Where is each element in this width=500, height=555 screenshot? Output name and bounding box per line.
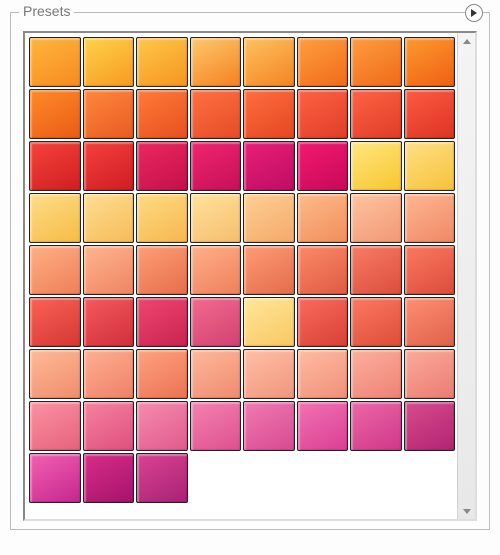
gradient-swatch[interactable] [83, 453, 135, 503]
gradient-swatch[interactable] [29, 193, 81, 243]
chevron-down-icon [463, 509, 471, 514]
gradient-swatch[interactable] [350, 349, 402, 399]
gradient-swatch[interactable] [83, 297, 135, 347]
gradient-swatch[interactable] [29, 349, 81, 399]
gradient-swatch[interactable] [83, 193, 135, 243]
triangle-right-icon [470, 9, 478, 17]
gradient-swatch[interactable] [243, 245, 295, 295]
gradient-swatch[interactable] [404, 245, 456, 295]
gradient-swatch[interactable] [190, 89, 242, 139]
swatch-grid [29, 37, 455, 503]
gradient-swatch[interactable] [297, 141, 349, 191]
gradient-swatch[interactable] [83, 37, 135, 87]
gradient-swatch[interactable] [29, 89, 81, 139]
panel-flyout-button[interactable] [465, 4, 483, 22]
gradient-swatch[interactable] [350, 245, 402, 295]
scroll-track[interactable] [458, 49, 475, 503]
gradient-swatch[interactable] [297, 401, 349, 451]
gradient-swatch[interactable] [29, 401, 81, 451]
gradient-swatch[interactable] [136, 193, 188, 243]
gradient-swatch[interactable] [136, 141, 188, 191]
gradient-swatch[interactable] [350, 37, 402, 87]
gradient-swatch[interactable] [404, 141, 456, 191]
gradient-swatch[interactable] [243, 89, 295, 139]
panel-title: Presets [19, 3, 74, 19]
gradient-swatch[interactable] [404, 401, 456, 451]
gradient-swatch[interactable] [404, 193, 456, 243]
gradient-swatch[interactable] [136, 297, 188, 347]
gradient-swatch[interactable] [136, 245, 188, 295]
gradient-swatch[interactable] [136, 401, 188, 451]
gradient-swatch[interactable] [404, 349, 456, 399]
presets-well [23, 31, 477, 521]
gradient-swatch[interactable] [350, 401, 402, 451]
gradient-swatch[interactable] [190, 141, 242, 191]
gradient-swatch[interactable] [404, 37, 456, 87]
gradient-swatch[interactable] [83, 141, 135, 191]
gradient-swatch[interactable] [136, 37, 188, 87]
gradient-swatch[interactable] [404, 89, 456, 139]
chevron-up-icon [463, 39, 471, 44]
gradient-swatch[interactable] [190, 349, 242, 399]
vertical-scrollbar[interactable] [457, 33, 475, 519]
gradient-swatch[interactable] [243, 141, 295, 191]
gradient-swatch[interactable] [29, 141, 81, 191]
gradient-swatch[interactable] [29, 37, 81, 87]
gradient-swatch[interactable] [297, 89, 349, 139]
gradient-swatch[interactable] [190, 37, 242, 87]
gradient-swatch[interactable] [350, 297, 402, 347]
gradient-swatch[interactable] [243, 37, 295, 87]
gradient-swatch[interactable] [29, 297, 81, 347]
gradient-swatch[interactable] [350, 141, 402, 191]
gradient-swatch[interactable] [350, 193, 402, 243]
scroll-up-button[interactable] [458, 33, 475, 49]
gradient-swatch[interactable] [297, 297, 349, 347]
gradient-swatch[interactable] [83, 245, 135, 295]
gradient-swatch[interactable] [29, 245, 81, 295]
swatch-grid-viewport [25, 33, 457, 519]
gradient-swatch[interactable] [83, 89, 135, 139]
gradient-swatch[interactable] [190, 193, 242, 243]
gradient-swatch[interactable] [190, 401, 242, 451]
gradient-swatch[interactable] [297, 193, 349, 243]
gradient-swatch[interactable] [350, 89, 402, 139]
gradient-swatch[interactable] [404, 297, 456, 347]
gradient-swatch[interactable] [297, 37, 349, 87]
gradient-swatch[interactable] [190, 245, 242, 295]
gradient-swatch[interactable] [83, 349, 135, 399]
gradient-swatch[interactable] [243, 193, 295, 243]
gradient-swatch[interactable] [243, 401, 295, 451]
gradient-swatch[interactable] [243, 297, 295, 347]
scroll-down-button[interactable] [458, 503, 475, 519]
gradient-swatch[interactable] [136, 453, 188, 503]
gradient-swatch[interactable] [243, 349, 295, 399]
gradient-swatch[interactable] [136, 349, 188, 399]
gradient-swatch[interactable] [83, 401, 135, 451]
gradient-swatch[interactable] [29, 453, 81, 503]
gradient-swatch[interactable] [297, 349, 349, 399]
presets-panel: Presets [10, 12, 490, 530]
gradient-swatch[interactable] [297, 245, 349, 295]
gradient-swatch[interactable] [190, 297, 242, 347]
gradient-swatch[interactable] [136, 89, 188, 139]
